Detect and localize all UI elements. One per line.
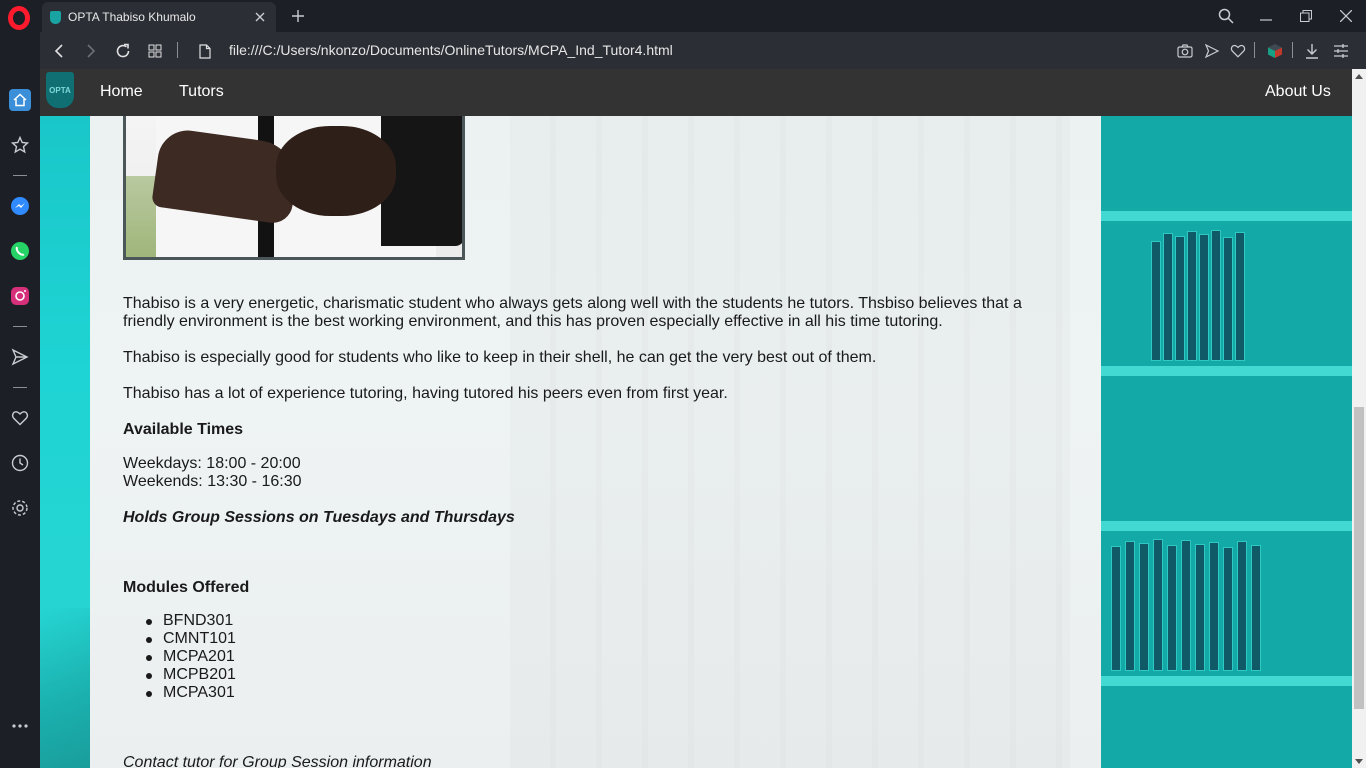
home-icon[interactable]: [9, 89, 31, 111]
favicon-icon: [50, 10, 61, 24]
scrollbar-thumb[interactable]: [1354, 407, 1364, 709]
reload-icon[interactable]: [112, 40, 134, 62]
download-icon[interactable]: [1301, 40, 1323, 62]
group-sessions-note: Holds Group Sessions on Tuesdays and Thu…: [123, 509, 515, 526]
tutor-experience-paragraph: Thabiso has a lot of experience tutoring…: [123, 385, 728, 402]
extension-cube-icon[interactable]: [1264, 40, 1286, 62]
tabs-grid-icon[interactable]: [144, 40, 166, 62]
tutor-strength-paragraph: Thabiso is especially good for students …: [123, 349, 877, 366]
module-item: MCPA301: [146, 684, 235, 701]
search-icon[interactable]: [1214, 4, 1238, 28]
contact-tutor-note: Contact tutor for Group Session informat…: [123, 754, 432, 768]
weekend-times: Weekends: 13:30 - 16:30: [123, 473, 302, 490]
available-times-heading: Available Times: [123, 421, 244, 438]
heart-icon[interactable]: [9, 407, 31, 429]
page-viewport: Thabiso is a very energetic, charismatic…: [40, 69, 1352, 768]
opta-logo[interactable]: OPTA: [46, 72, 74, 108]
browser-tab[interactable]: OPTA Thabiso Khumalo: [42, 2, 276, 32]
modules-offered-heading: Modules Offered: [123, 579, 250, 596]
scroll-down-arrow-icon[interactable]: [1352, 754, 1366, 768]
instagram-icon[interactable]: [9, 285, 31, 307]
star-icon[interactable]: [9, 134, 31, 156]
more-icon[interactable]: [9, 715, 31, 737]
easy-setup-icon[interactable]: [1330, 40, 1352, 62]
close-tab-icon[interactable]: [250, 7, 270, 27]
bookmark-heart-icon[interactable]: [1227, 40, 1249, 62]
forward-icon[interactable]: [80, 40, 102, 62]
new-tab-icon[interactable]: [288, 6, 308, 26]
site-navbar: OPTA Home Tutors About Us: [40, 69, 1352, 116]
module-item: MCPA201: [146, 648, 235, 665]
nav-tutors-link[interactable]: Tutors: [179, 83, 224, 101]
module-item: CMNT101: [146, 630, 236, 647]
nav-home-link[interactable]: Home: [100, 83, 143, 101]
restore-icon[interactable]: [1294, 4, 1318, 28]
scroll-up-arrow-icon[interactable]: [1352, 69, 1366, 83]
url-field[interactable]: file:///C:/Users/nkonzo/Documents/Online…: [229, 42, 673, 58]
module-item: BFND301: [146, 612, 236, 630]
send-icon[interactable]: [9, 346, 31, 368]
weekday-times: Weekdays: 18:00 - 20:00: [123, 455, 301, 472]
page-scrollbar[interactable]: [1352, 69, 1366, 768]
camera-icon[interactable]: [1174, 40, 1196, 62]
module-item: MCPB201: [146, 666, 236, 683]
tutor-photo: [123, 116, 465, 260]
bookshelf-background-image: [1101, 116, 1352, 768]
history-icon[interactable]: [9, 452, 31, 474]
tab-title: OPTA Thabiso Khumalo: [68, 10, 196, 24]
tutor-description-paragraph: Thabiso is a very energetic, charismatic…: [123, 295, 1022, 330]
tab-strip: OPTA Thabiso Khumalo: [40, 0, 1366, 32]
file-icon: [194, 40, 216, 62]
left-background-strip: [40, 116, 90, 768]
whatsapp-icon[interactable]: [9, 240, 31, 262]
nav-about-us-link[interactable]: About Us: [1265, 83, 1331, 101]
opera-sidebar: [0, 0, 40, 768]
messenger-icon[interactable]: [9, 195, 31, 217]
settings-icon[interactable]: [9, 497, 31, 519]
back-icon[interactable]: [48, 40, 70, 62]
close-window-icon[interactable]: [1334, 4, 1358, 28]
modules-list: BFND301 CMNT101 MCPA201 MCPB201 MCPA301: [146, 612, 236, 702]
minimize-icon[interactable]: [1254, 4, 1278, 28]
address-bar: file:///C:/Users/nkonzo/Documents/Online…: [40, 32, 1366, 69]
share-icon[interactable]: [1201, 40, 1223, 62]
opera-logo-icon[interactable]: [8, 6, 30, 30]
